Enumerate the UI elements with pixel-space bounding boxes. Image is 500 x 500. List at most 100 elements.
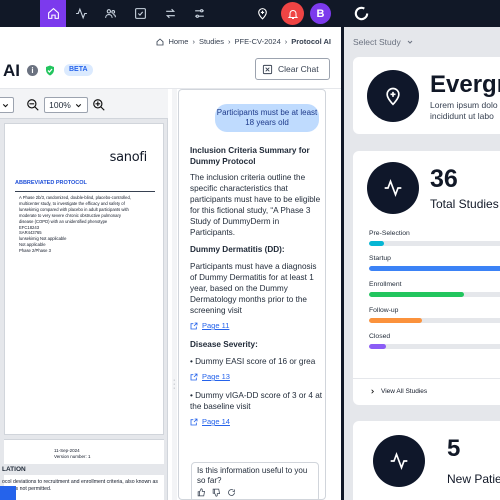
breadcrumb-separator: › <box>227 37 231 46</box>
phase-label: Follow-up <box>369 307 399 314</box>
page-title: AI <box>3 61 20 80</box>
document-page: 11-Sep-2024 Version number: 1 LATION oco… <box>0 439 164 500</box>
protocol-ai-panel: Home › Studies › PFE-CV-2024 › Protocol … <box>0 27 341 500</box>
new-patients-count: 5 <box>447 435 461 462</box>
page-link-label: Page 14 <box>202 417 230 426</box>
document-line: Phase 2/Phase 3 <box>19 248 51 254</box>
thumbs-up-icon[interactable] <box>197 488 206 497</box>
location-pin-icon[interactable] <box>249 0 275 27</box>
page-link[interactable]: Page 11 <box>190 320 324 331</box>
stats-icon-circle <box>367 162 419 214</box>
feedback-actions <box>197 488 313 497</box>
phase-progress <box>369 344 500 349</box>
document-line: EFC18243 <box>19 224 40 230</box>
notifications-button[interactable] <box>281 2 304 25</box>
phase-progress-fill <box>369 241 385 246</box>
phase-label: Enrollment <box>369 281 402 288</box>
study-card[interactable]: Evergr Lorem ipsum dolo incididunt ut la… <box>353 57 500 134</box>
answer-text: Participants must have a diagnosis of Du… <box>190 262 317 315</box>
activity-icon <box>384 178 402 198</box>
feedback-question: Is this information useful to you so far… <box>197 466 308 485</box>
phase-progress-fill <box>369 266 500 271</box>
refresh-icon[interactable] <box>227 488 236 497</box>
study-select[interactable]: Select Study <box>353 37 414 47</box>
document-line: A Phase 2b/3, randomized, double-blind, … <box>19 195 131 200</box>
breadcrumb-separator: › <box>284 37 288 46</box>
breadcrumb-studies[interactable]: Studies <box>199 37 224 46</box>
activity-icon[interactable] <box>68 0 94 27</box>
zoom-in-icon[interactable] <box>92 98 106 112</box>
document-viewer: 100% sanofi ABBREVIATED PROTOCOL A Phase… <box>0 89 168 500</box>
avatar[interactable]: B <box>310 3 331 24</box>
resize-handle[interactable]: · · · <box>172 89 177 500</box>
document-line: multicenter study, to investigate the ef… <box>19 200 125 206</box>
divider <box>15 191 155 192</box>
page-link-label: Page 13 <box>202 372 230 381</box>
chevron-down-icon <box>407 40 413 44</box>
page-link[interactable]: Page 13 <box>190 371 324 382</box>
beta-badge: BETA <box>64 64 93 76</box>
activity-icon <box>390 451 408 471</box>
page-nav-select[interactable] <box>0 97 14 113</box>
home-icon <box>157 37 164 45</box>
phase-progress-fill <box>369 292 465 297</box>
answer-bullet: • Dummy vIGA-DD score of 3 or 4 at the b… <box>190 391 323 411</box>
drag-handle-icon: · · · <box>173 377 176 392</box>
answer-subheading: Dummy Dermatitis (DD): <box>190 245 285 254</box>
home-icon[interactable] <box>40 0 66 27</box>
study-description: Lorem ipsum dolo incididunt ut labo <box>430 100 498 122</box>
breadcrumb-home[interactable]: Home <box>168 37 188 46</box>
document-line: lunsekimig Not applicable <box>19 236 67 242</box>
clear-chat-label: Clear Chat <box>278 64 319 74</box>
page-link-label: Page 11 <box>202 321 230 330</box>
users-icon[interactable] <box>97 0 123 27</box>
phase-label: Startup <box>369 255 391 262</box>
view-all-studies-link[interactable]: View All Studies <box>369 388 427 395</box>
answer-subheading: Disease Severity: <box>190 340 258 349</box>
zoom-value: 100% <box>49 100 71 110</box>
answer-bullet: • Dummy EASI score of 16 or grea <box>190 357 316 366</box>
info-icon[interactable]: i <box>27 65 38 76</box>
document-line: SAR443765 <box>19 230 42 236</box>
user-message: Participants must be at least 18 years o… <box>215 104 319 132</box>
view-all-label: View All Studies <box>381 388 428 395</box>
description-line: Lorem ipsum dolo <box>430 100 498 110</box>
document-body: A Phase 2b/3, randomized, double-blind, … <box>19 195 153 254</box>
stats-icon-circle <box>373 435 425 487</box>
phase-progress <box>369 292 500 297</box>
chevron-down-icon <box>2 103 8 107</box>
document-line: lunsekimig compared with placebo in adul… <box>19 206 129 212</box>
right-topbar <box>344 0 500 27</box>
new-patients-label: New Patien <box>447 472 500 486</box>
total-studies-count: 36 <box>430 165 458 193</box>
phase-progress-fill <box>369 344 386 349</box>
thumbs-down-icon[interactable] <box>212 488 221 497</box>
document-line: disease (COPD) with an unidentified phen… <box>19 218 108 224</box>
status-chip <box>0 486 16 500</box>
study-title: Evergr <box>430 71 500 98</box>
study-select-label: Select Study <box>353 37 401 47</box>
transfer-icon[interactable] <box>157 0 183 27</box>
zoom-out-icon[interactable] <box>26 98 40 112</box>
section-heading: LATION <box>0 464 164 475</box>
dashboard-panel: Select Study Evergr Lorem ipsum dolo inc… <box>344 27 500 500</box>
external-link-icon <box>190 418 198 425</box>
study-icon-circle <box>367 70 419 122</box>
checklist-icon[interactable] <box>127 0 153 27</box>
chat-panel: Participants must be at least 18 years o… <box>178 89 326 500</box>
sliders-icon[interactable] <box>186 0 212 27</box>
zoom-select[interactable]: 100% <box>44 97 88 113</box>
answer-heading: Inclusion Criteria Summary for Dummy Pro… <box>190 146 310 166</box>
top-navbar: B <box>0 0 341 27</box>
document-heading: ABBREVIATED PROTOCOL <box>15 180 87 186</box>
page-link[interactable]: Page 14 <box>190 416 324 427</box>
external-link-icon <box>190 322 198 329</box>
phase-label: Closed <box>369 333 391 340</box>
breadcrumb-study[interactable]: PFE-CV-2024 <box>234 37 280 46</box>
document-date: 11-Sep-2024 Version number: 1 <box>54 448 91 460</box>
assistant-message: Inclusion Criteria Summary for Dummy Pro… <box>190 145 324 435</box>
breadcrumb-separator: › <box>192 37 195 46</box>
clear-chat-button[interactable]: Clear Chat <box>255 58 330 80</box>
phase-progress <box>369 266 500 271</box>
chevron-down-icon <box>75 103 82 107</box>
